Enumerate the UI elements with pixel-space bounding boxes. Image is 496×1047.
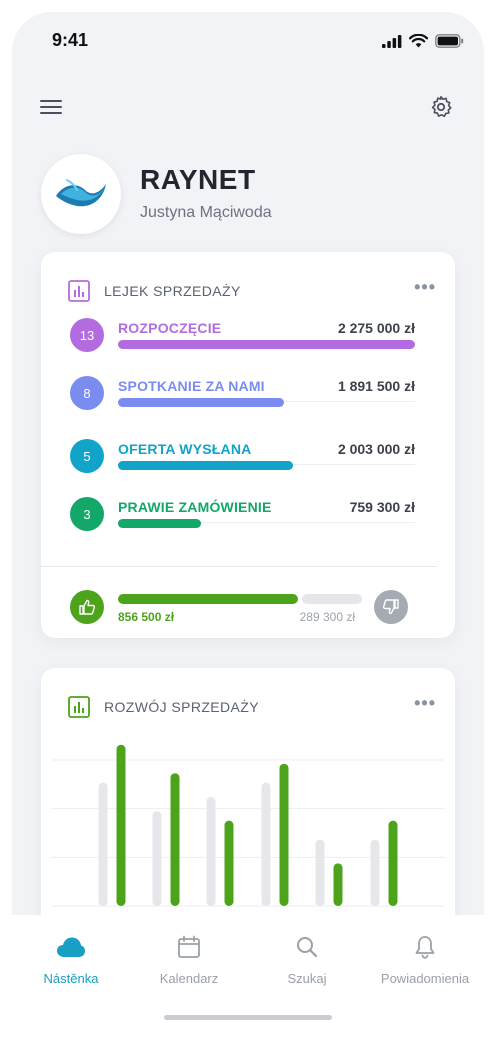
home-indicator [164, 1015, 332, 1020]
signal-icon [382, 34, 402, 48]
settings-button[interactable] [428, 94, 454, 120]
chart-bar [333, 863, 343, 906]
wifi-icon [409, 34, 428, 48]
chart-bar [370, 839, 380, 906]
nav-item-calendar[interactable]: Kalendarz [130, 933, 248, 986]
gear-icon [431, 96, 452, 118]
raynet-logo-icon [56, 179, 106, 207]
lost-progress-bar [302, 594, 362, 604]
chart-bar [279, 763, 289, 906]
stage-progress-bar [118, 398, 284, 407]
more-options-button[interactable]: ••• [414, 277, 436, 298]
phone-screen: 9:41 RAYNET Justyna Mąciwoda LEJEK SPRZE… [12, 12, 484, 1035]
calendar-icon [178, 935, 200, 958]
nav-label: Powiadomienia [380, 971, 470, 986]
stage-name: SPOTKANIE ZA NAMI [118, 378, 265, 394]
company-name: RAYNET [140, 164, 256, 195]
chart-bar [315, 839, 325, 906]
chart-bar [206, 796, 216, 906]
thumbs-down-icon [382, 599, 399, 615]
stage-value: 2 275 000 zł [337, 320, 415, 336]
funnel-stage[interactable]: 8 SPOTKANIE ZA NAMI 1 891 500 zł [70, 376, 415, 416]
card-title: LEJEK SPRZEDAŻY [104, 283, 241, 299]
company-logo [41, 154, 121, 234]
nav-label: Szukaj [287, 971, 327, 986]
user-name: Justyna Mąciwoda [140, 204, 272, 221]
stage-name: PRAWIE ZAMÓWIENIE [118, 499, 272, 515]
stage-name: OFERTA WYSŁANA [118, 441, 252, 457]
stage-count-badge: 8 [70, 376, 104, 410]
won-progress-bar [118, 594, 298, 604]
chart-title: ROZWÓJ SPRZEDAŻY [104, 699, 259, 715]
card-header: ROZWÓJ SPRZEDAŻY [68, 695, 428, 719]
funnel-stage[interactable]: 13 ROZPOCZĘCIE 2 275 000 zł [70, 318, 415, 358]
stage-count-badge: 5 [70, 439, 104, 473]
search-icon [297, 937, 318, 958]
status-time: 9:41 [52, 30, 89, 50]
lost-value: 289 300 zł [299, 610, 355, 624]
chart-bar [116, 744, 126, 906]
nav-label: Kalendarz [159, 971, 219, 986]
stage-value: 1 891 500 zł [337, 378, 415, 394]
lost-badge [374, 590, 408, 624]
chart-bar [98, 782, 108, 906]
chart-bar [224, 820, 234, 906]
divider [41, 566, 437, 567]
hamburger-icon [40, 100, 62, 114]
sales-funnel-card: LEJEK SPRZEDAŻY ••• 13 ROZPOCZĘCIE 2 275 0… [41, 252, 455, 638]
battery-icon [435, 34, 464, 48]
status-icons [382, 34, 464, 48]
status-bar: 9:41 [12, 12, 484, 72]
stage-progress-bar [118, 461, 293, 470]
stage-value: 2 003 000 zł [337, 441, 415, 457]
stage-progress-bar [118, 519, 201, 528]
thumbs-up-icon [79, 599, 96, 615]
nav-label: Nástěnka [43, 971, 99, 986]
bell-icon [415, 936, 435, 959]
stage-progress-bar [118, 340, 415, 349]
nav-item-dashboard[interactable]: Nástěnka [12, 933, 130, 986]
chart-bar [261, 782, 271, 906]
stage-count-badge: 13 [70, 318, 104, 352]
funnel-stage[interactable]: 3 PRAWIE ZAMÓWIENIE 759 300 zł [70, 497, 415, 537]
cloud-icon [57, 937, 85, 957]
stage-count-badge: 3 [70, 497, 104, 531]
nav-item-search[interactable]: Szukaj [248, 933, 366, 986]
chart-bar [388, 820, 398, 906]
bar-chart-icon [68, 280, 90, 302]
bar-chart-icon [68, 696, 90, 718]
won-value: 856 500 zł [118, 610, 175, 624]
chart-bar [152, 811, 162, 906]
won-badge [70, 590, 104, 624]
funnel-stage[interactable]: 5 OFERTA WYSŁANA 2 003 000 zł [70, 439, 415, 479]
more-options-button[interactable]: ••• [414, 693, 436, 714]
card-header: LEJEK SPRZEDAŻY [68, 279, 428, 303]
menu-button[interactable] [38, 94, 64, 120]
nav-item-notifications[interactable]: Powiadomienia [366, 933, 484, 986]
stage-value: 759 300 zł [349, 499, 415, 515]
stage-name: ROZPOCZĘCIE [118, 320, 222, 336]
chart-bar [170, 773, 180, 906]
